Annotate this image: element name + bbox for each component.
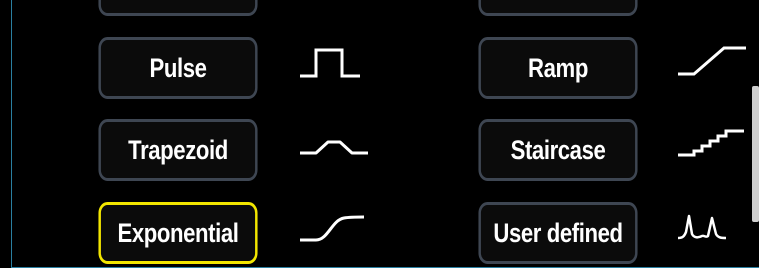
- exponential-button[interactable]: Exponential: [98, 202, 258, 264]
- ramp-waveform-icon: [676, 44, 748, 84]
- trapezoid-button[interactable]: Trapezoid: [98, 119, 258, 181]
- exponential-button-label: Exponential: [117, 217, 239, 248]
- pulse-waveform-icon: [298, 44, 374, 84]
- waveform-selection-panel: Pulse Ramp Trapezoid Staircase Exponenti…: [11, 0, 759, 268]
- waveform-button-hidden-right[interactable]: [478, 0, 638, 16]
- pulse-button-label: Pulse: [149, 52, 207, 83]
- pulse-button[interactable]: Pulse: [98, 37, 258, 99]
- user-defined-waveform-icon: [676, 210, 748, 250]
- staircase-waveform-icon: [676, 125, 748, 165]
- scrollbar[interactable]: [752, 86, 759, 222]
- staircase-button[interactable]: Staircase: [478, 119, 638, 181]
- ramp-button-label: Ramp: [528, 52, 588, 83]
- waveform-button-hidden-left[interactable]: [98, 0, 258, 16]
- user-defined-button-label: User defined: [493, 217, 623, 248]
- trapezoid-waveform-icon: [298, 134, 374, 164]
- ramp-button[interactable]: Ramp: [478, 37, 638, 99]
- user-defined-button[interactable]: User defined: [478, 202, 638, 264]
- trapezoid-button-label: Trapezoid: [128, 134, 228, 165]
- exponential-waveform-icon: [298, 210, 374, 250]
- staircase-button-label: Staircase: [510, 134, 606, 165]
